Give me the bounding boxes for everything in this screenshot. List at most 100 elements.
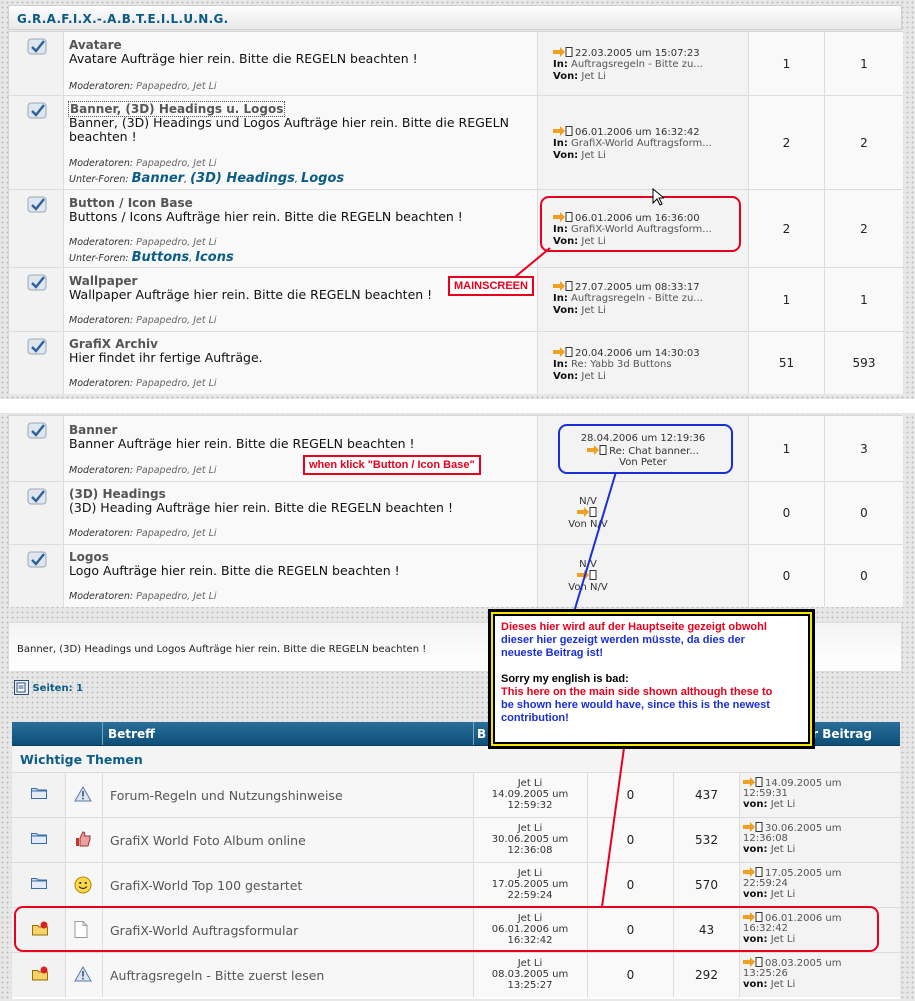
warning-icon: [74, 785, 92, 805]
post-count: 1: [860, 292, 868, 307]
subforum-list: Banner Banner Aufträge hier rein. Bitte …: [8, 415, 903, 607]
forum-title-link[interactable]: Logos: [69, 550, 109, 564]
when-click-label: when klick "Button / Icon Base": [303, 455, 481, 475]
topic-count: 0: [782, 569, 791, 583]
annotation-connector: [514, 247, 551, 278]
last-post-arrow-icon[interactable]: [743, 777, 763, 787]
mouse-cursor-icon: [652, 188, 664, 206]
last-post-author-link[interactable]: Jet Li: [581, 371, 606, 382]
last-post-author-link[interactable]: Jet Li: [581, 71, 606, 82]
topic-row: Forum-Regeln und Nutzungshinweise Jet Li 1…: [12, 772, 900, 817]
forum-title-link[interactable]: Button / Icon Base: [69, 196, 193, 210]
last-post-arrow-icon[interactable]: [553, 281, 573, 291]
topic-row: GrafiX World Foto Album online Jet Li 30.0…: [12, 817, 900, 862]
subforum-link-3d-headings[interactable]: (3D) Headings: [190, 171, 295, 186]
topic-start-date: 14.09.2005 um: [491, 789, 569, 800]
forum-title-link[interactable]: Wallpaper: [69, 274, 137, 288]
forum-title-link[interactable]: Avatare: [69, 38, 122, 52]
moderator-links[interactable]: Papapedro, Jet Li: [136, 315, 216, 326]
topic-title-link[interactable]: Forum-Regeln und Nutzungshinweise: [110, 788, 343, 803]
last-post-date: N/V: [579, 496, 597, 507]
note-line: contribution!: [501, 712, 569, 724]
topic-author-link[interactable]: Jet Li: [473, 823, 587, 834]
subforum-link-banner[interactable]: Banner: [132, 171, 184, 186]
last-post: N/V Von N/V: [537, 482, 748, 544]
smiley-icon: [74, 876, 92, 897]
last-post-arrow-icon[interactable]: [577, 570, 597, 580]
post-count: 2: [860, 135, 868, 150]
moderator-links[interactable]: Papapedro, Jet Li: [136, 81, 216, 92]
forum-read-icon: [27, 102, 47, 119]
last-post-arrow-icon[interactable]: [743, 867, 763, 877]
moderators: Moderatoren: Papapedro, Jet Li: [69, 158, 217, 169]
moderator-links[interactable]: Papapedro, Jet Li: [136, 237, 216, 248]
topic-author-link[interactable]: Jet Li: [473, 778, 587, 789]
note-line: dieser hier gezeigt werden müsste, da di…: [501, 634, 745, 646]
topic-author-link[interactable]: Jet Li: [473, 868, 587, 879]
forum-title-link[interactable]: Banner: [69, 423, 117, 437]
last-post-topic-link[interactable]: Re: Yabb 3d Buttons: [571, 359, 672, 370]
last-post-arrow-icon[interactable]: [553, 47, 573, 57]
last-post-topic-link[interactable]: Auftragsregeln - Bitte zu...: [571, 59, 703, 70]
subforum-link-buttons[interactable]: Buttons: [132, 250, 190, 265]
forum-title-link[interactable]: GrafiX Archiv: [69, 337, 158, 351]
subforum-link-logos[interactable]: Logos: [301, 171, 344, 186]
subforum-link-icons[interactable]: Icons: [195, 250, 233, 265]
topic-start-time: 12:59:32: [507, 800, 553, 811]
mainscreen-label: MAINSCREEN: [448, 276, 534, 296]
last-post-author-link[interactable]: Jet Li: [771, 799, 796, 810]
topic-start-time: 22:59:24: [507, 890, 553, 901]
topic-count: 0: [782, 506, 791, 520]
topic-author-link[interactable]: Jet Li: [473, 958, 587, 969]
moderator-links[interactable]: Papapedro, Jet Li: [136, 378, 216, 389]
forum-description: Banner Aufträge hier rein. Bitte die REG…: [69, 436, 415, 451]
note-line: Sorry my english is bad:: [501, 673, 629, 685]
column-header-b[interactable]: B: [477, 727, 486, 741]
folder-icon: [31, 786, 47, 802]
highlight-subforum-last-post: [558, 424, 733, 474]
note-line: be shown here would have, since this is …: [501, 699, 770, 711]
forum-description: Avatare Aufträge hier rein. Bitte die RE…: [69, 51, 418, 66]
last-post-topic-link[interactable]: Auftragsregeln - Bitte zu...: [571, 293, 703, 304]
last-post-author-link[interactable]: Jet Li: [771, 889, 796, 900]
moderators: Moderatoren: Papapedro, Jet Li: [69, 237, 217, 248]
last-post-author-link[interactable]: Jet Li: [771, 844, 796, 855]
last-post-arrow-icon[interactable]: [743, 822, 763, 832]
last-post-author-link[interactable]: Jet Li: [581, 305, 606, 316]
section-separator: [0, 399, 915, 413]
moderators: Moderatoren: Papapedro, Jet Li: [69, 465, 217, 476]
last-post-author: Von N/V: [568, 582, 608, 593]
last-post-arrow-icon[interactable]: [743, 957, 763, 967]
last-post-time: 22:59:24: [743, 878, 788, 889]
forum-read-icon: [27, 551, 47, 568]
thumbs-up-icon: [74, 831, 92, 850]
page-number-link[interactable]: 1: [76, 683, 83, 694]
topic-count: 1: [782, 292, 791, 307]
moderator-links[interactable]: Papapedro, Jet Li: [136, 158, 216, 169]
forum-description: Buttons / Icons Aufträge hier rein. Bitt…: [69, 209, 463, 224]
category-header[interactable]: G.R.A.F.I.X.-.A.B.T.E.I.L.U.N.G.: [8, 5, 902, 30]
last-post-author-link[interactable]: Jet Li: [581, 150, 606, 161]
moderators: Moderatoren: Papapedro, Jet Li: [69, 378, 217, 389]
topic-row: GrafiX-World Top 100 gestartet Jet Li 17.0…: [12, 862, 900, 907]
subforum-row: Logos Logo Aufträge hier rein. Bitte die…: [9, 544, 903, 607]
last-post-arrow-icon[interactable]: [553, 126, 573, 136]
last-post: N/V Von N/V: [537, 545, 748, 607]
moderator-links[interactable]: Papapedro, Jet Li: [136, 528, 216, 539]
last-post-author-link[interactable]: Jet Li: [771, 979, 796, 990]
reply-count: 0: [587, 953, 673, 997]
topic-title-link[interactable]: GrafiX-World Top 100 gestartet: [110, 878, 302, 893]
last-post-arrow-icon[interactable]: [577, 507, 597, 517]
moderators: Moderatoren: Papapedro, Jet Li: [69, 591, 217, 602]
column-header-betreff[interactable]: Betreff: [108, 727, 155, 741]
last-post-arrow-icon[interactable]: [553, 347, 573, 357]
moderator-links[interactable]: Papapedro, Jet Li: [136, 591, 216, 602]
last-post-topic-link[interactable]: GrafiX-World Auftragsform...: [571, 138, 712, 149]
topic-title-link[interactable]: GrafiX World Foto Album online: [110, 833, 306, 848]
topic-start-date: 17.05.2005 um: [491, 879, 569, 890]
topic-title-link[interactable]: Auftragsregeln - Bitte zuerst lesen: [110, 968, 324, 983]
topic-start-date: 30.06.2005 um: [491, 834, 569, 845]
moderator-links[interactable]: Papapedro, Jet Li: [136, 465, 216, 476]
forum-title-link[interactable]: (3D) Headings: [69, 487, 166, 501]
view-count: 437: [673, 773, 739, 817]
